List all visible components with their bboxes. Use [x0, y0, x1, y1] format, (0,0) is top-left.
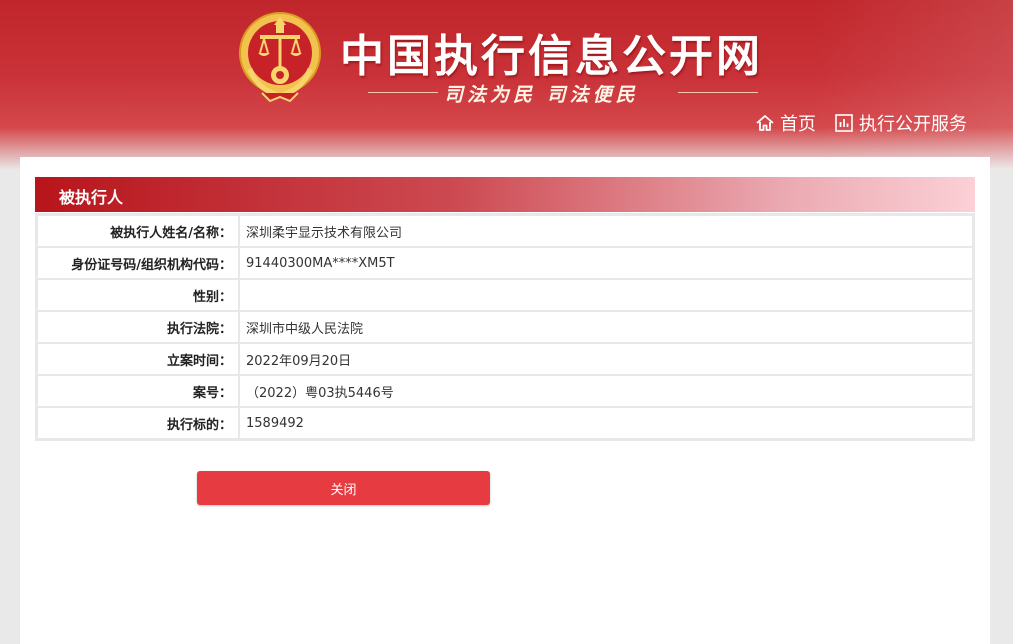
field-value: 深圳市中级人民法院 — [238, 310, 975, 344]
defendant-info-table: 被执行人姓名/名称： 深圳柔宇显示技术有限公司 身份证号码/组织机构代码： 91… — [35, 213, 975, 441]
slogan-text: 司法为民 司法便民 — [444, 84, 639, 106]
chart-icon — [835, 114, 853, 132]
home-icon — [756, 115, 774, 131]
site-title: 中国执行信息公开网 — [340, 31, 763, 82]
field-value — [238, 278, 975, 312]
table-row: 性别： — [35, 278, 975, 312]
top-nav: 首页 执行公开服务 — [755, 110, 967, 136]
table-row: 身份证号码/组织机构代码： 91440300MA****XM5T — [35, 246, 975, 280]
table-row: 执行标的： 1589492 — [35, 406, 975, 441]
national-emblem-icon — [239, 12, 321, 103]
field-value: 深圳柔宇显示技术有限公司 — [238, 213, 975, 248]
slogan-divider-left — [368, 92, 438, 93]
nav-enforcement-services[interactable]: 执行公开服务 — [834, 110, 967, 136]
section-header: 被执行人 — [35, 177, 975, 212]
nav-home[interactable]: 首页 — [755, 110, 816, 136]
field-label: 执行法院： — [35, 310, 240, 344]
section-title: 被执行人 — [59, 188, 124, 207]
site-header: 中国执行信息公开网 司法为民 司法便民 首页 执行公开服务 — [0, 0, 1013, 170]
field-label: 执行标的： — [35, 406, 240, 441]
field-label: 被执行人姓名/名称： — [35, 213, 240, 248]
table-row: 执行法院： 深圳市中级人民法院 — [35, 310, 975, 344]
nav-home-label: 首页 — [780, 114, 816, 135]
slogan: 司法为民 司法便民 — [368, 80, 758, 106]
field-value: 1589492 — [238, 406, 975, 441]
header-building-decoration — [813, 0, 1013, 170]
field-label: 身份证号码/组织机构代码： — [35, 246, 240, 280]
close-button[interactable]: 关闭 — [197, 471, 490, 505]
slogan-divider-right — [678, 92, 758, 93]
field-label: 立案时间： — [35, 342, 240, 376]
table-row: 案号： （2022）粤03执5446号 — [35, 374, 975, 408]
nav-enforcement-services-label: 执行公开服务 — [859, 114, 967, 135]
field-label: 性别： — [35, 278, 240, 312]
field-value: （2022）粤03执5446号 — [238, 374, 975, 408]
main-content: 被执行人 被执行人姓名/名称： 深圳柔宇显示技术有限公司 身份证号码/组织机构代… — [20, 157, 990, 644]
table-row: 立案时间： 2022年09月20日 — [35, 342, 975, 376]
field-label: 案号： — [35, 374, 240, 408]
field-value: 91440300MA****XM5T — [238, 246, 975, 280]
field-value: 2022年09月20日 — [238, 342, 975, 376]
table-row: 被执行人姓名/名称： 深圳柔宇显示技术有限公司 — [35, 213, 975, 248]
